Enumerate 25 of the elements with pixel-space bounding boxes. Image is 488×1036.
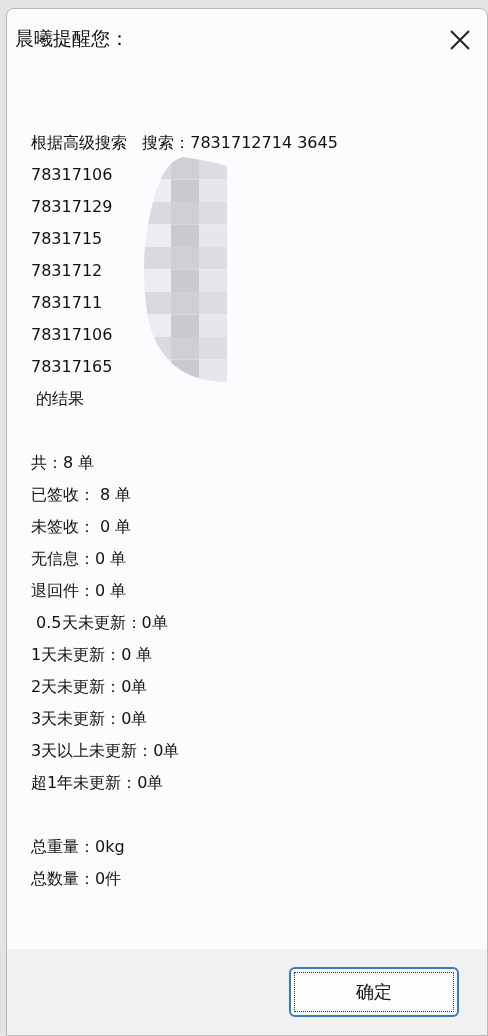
message-line: 未签收： 0 单 [31, 516, 133, 538]
ok-button[interactable]: 确定 [289, 967, 459, 1017]
message-line: 根据高级搜索 搜索：7831712714 3645 [31, 132, 339, 154]
message-line: 无信息：0 单 [31, 548, 128, 570]
message-line: 超1年未更新：0单 [31, 772, 165, 794]
message-line: 78317106 [31, 324, 114, 346]
message-line: 退回件：0 单 [31, 580, 128, 602]
message-line: 3天以上未更新：0单 [31, 740, 181, 762]
message-line: 78317165 [31, 356, 114, 378]
message-line: 3天未更新：0单 [31, 708, 149, 730]
message-line: 7831715 [31, 228, 104, 250]
message-line: 的结果 [35, 388, 86, 410]
close-icon[interactable] [449, 29, 471, 51]
window-title: 晨曦提醒您： [15, 26, 129, 51]
message-line: 总重量：0kg [31, 836, 126, 858]
message-line: 共：8 单 [31, 452, 96, 474]
message-line: 78317106 [31, 164, 114, 186]
message-line: 78317129 [31, 196, 114, 218]
message-line: 7831711 [31, 292, 104, 314]
message-line: 7831712 [31, 260, 104, 282]
message-line: 1天未更新：0 单 [31, 644, 154, 666]
message-line: 已签收： 8 单 [31, 484, 133, 506]
message-line: 2天未更新：0单 [31, 676, 149, 698]
message-line: 0.5天未更新：0单 [35, 612, 169, 634]
message-line: 总数量：0件 [31, 868, 123, 890]
